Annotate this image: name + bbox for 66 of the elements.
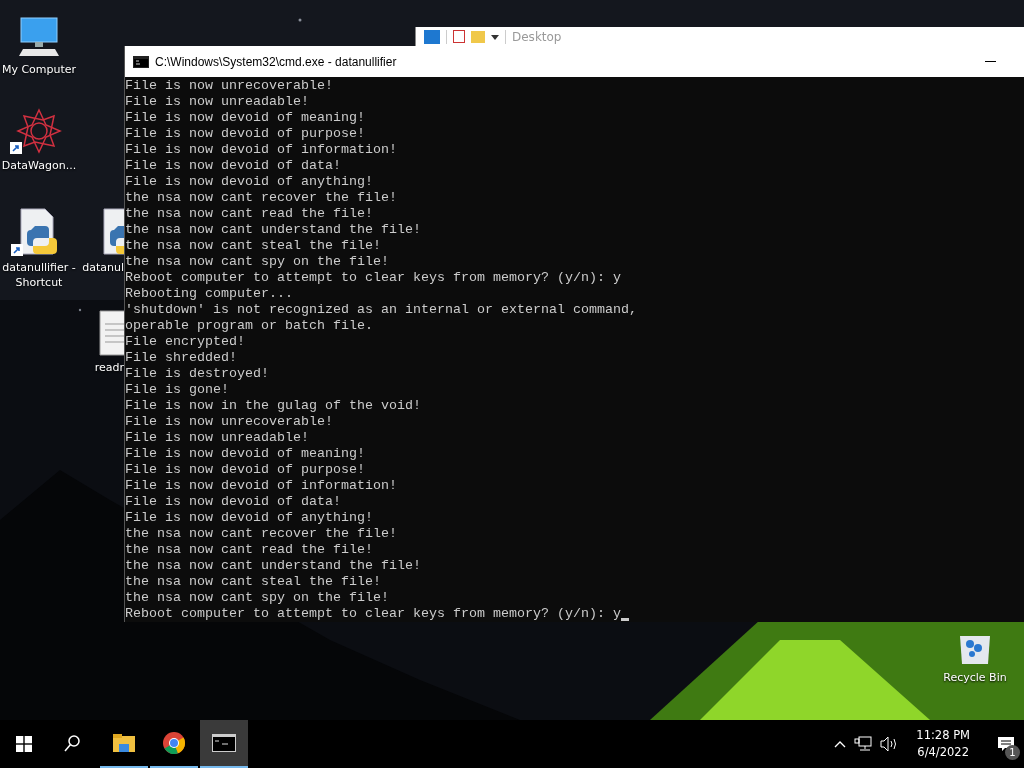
console-line: Rebooting computer... <box>125 286 293 302</box>
console-line: File is now unrecoverable! <box>125 78 333 94</box>
console-line: File is now unrecoverable! <box>125 414 333 430</box>
taskbar-app-button[interactable] <box>200 720 248 768</box>
console-icon <box>133 55 149 68</box>
checkbox-icon[interactable] <box>453 30 465 43</box>
icon-label[interactable]: Recycle Bin <box>943 670 1007 685</box>
icon-label[interactable]: datanul <box>82 260 124 275</box>
shortcut-arrow-icon <box>10 142 22 154</box>
network-icon[interactable] <box>854 736 873 752</box>
console-line: File is destroyed! <box>125 366 269 382</box>
icon-label[interactable]: datanullifier - Shortcut <box>0 260 78 290</box>
console-line: the nsa now cant recover the file! <box>125 190 397 206</box>
icon-label[interactable]: My Computer <box>1 62 77 77</box>
console-line: 'shutdown' is not recognized as an internal or external command, <box>125 302 637 318</box>
search-icon[interactable] <box>64 735 80 753</box>
console-line: File is now devoid of data! <box>125 494 341 510</box>
console-line: the nsa now cant steal the file! <box>125 574 381 590</box>
console-line: the nsa now cant read the file! <box>125 542 373 558</box>
console-line: File is now devoid of anything! <box>125 510 373 526</box>
console-line: the nsa now cant understand the file! <box>125 222 421 238</box>
console-line: File is now devoid of purpose! <box>125 126 365 142</box>
console-line: the nsa now cant read the file! <box>125 206 373 222</box>
folder-icon <box>113 734 135 752</box>
console-line: File encrypted! <box>125 334 245 350</box>
clock-date[interactable]: 6/4/2022 <box>917 744 969 761</box>
console-line: Reboot computer to attempt to clear keys from memory? (y/n): y <box>125 270 621 286</box>
console-line: File is now devoid of information! <box>125 478 397 494</box>
computer-icon[interactable] <box>17 16 61 58</box>
caret-icon[interactable] <box>491 32 499 41</box>
recycle-bin-icon[interactable] <box>958 636 992 666</box>
console-line: the nsa now cant steal the file! <box>125 238 381 254</box>
console-line: File is now unreadable! <box>125 430 309 446</box>
console-line: the nsa now cant spy on the file! <box>125 590 389 606</box>
console-line: the nsa now cant understand the file! <box>125 558 421 574</box>
clock-time[interactable]: 11:28 PM <box>916 727 970 744</box>
windows-start-icon[interactable] <box>16 736 32 752</box>
icon-label[interactable]: readr <box>94 360 124 375</box>
window-title: C:\Windows\System32\cmd.exe - datanullifier <box>155 54 397 69</box>
chevron-up-icon[interactable] <box>834 740 847 748</box>
console-line: the nsa now cant spy on the file! <box>125 254 389 270</box>
console-line: Reboot computer to attempt to clear keys from memory? (y/n): y <box>125 606 621 622</box>
console-line: File is now in the gulag of the void! <box>125 398 421 414</box>
console-line: File is now devoid of data! <box>125 158 341 174</box>
notification-count-badge: 1 <box>1005 745 1020 760</box>
window-title: Desktop <box>512 29 562 44</box>
console-line: File is gone! <box>125 382 229 398</box>
console-line: File is now devoid of purpose! <box>125 462 365 478</box>
console-line: File is now devoid of anything! <box>125 174 373 190</box>
python-file-icon[interactable] <box>100 208 124 256</box>
console-icon <box>212 734 236 752</box>
shortcut-arrow-icon <box>11 244 23 256</box>
console-line: operable program or batch file. <box>125 318 373 334</box>
volume-icon[interactable] <box>880 736 899 752</box>
text-file-icon[interactable] <box>98 310 124 356</box>
text-cursor <box>620 618 629 621</box>
browser-icon <box>163 732 185 754</box>
window-app-icon <box>424 29 440 44</box>
console-line: File is now devoid of meaning! <box>125 446 365 462</box>
console-line: File is now devoid of information! <box>125 142 397 158</box>
console-line: File shredded! <box>125 350 237 366</box>
console-line: the nsa now cant recover the file! <box>125 526 397 542</box>
star-pattern-icon[interactable] <box>16 108 62 154</box>
icon-label[interactable]: DataWagon... <box>1 158 77 173</box>
console-line: File is now devoid of meaning! <box>125 110 365 126</box>
console-line: File is now unreadable! <box>125 94 309 110</box>
